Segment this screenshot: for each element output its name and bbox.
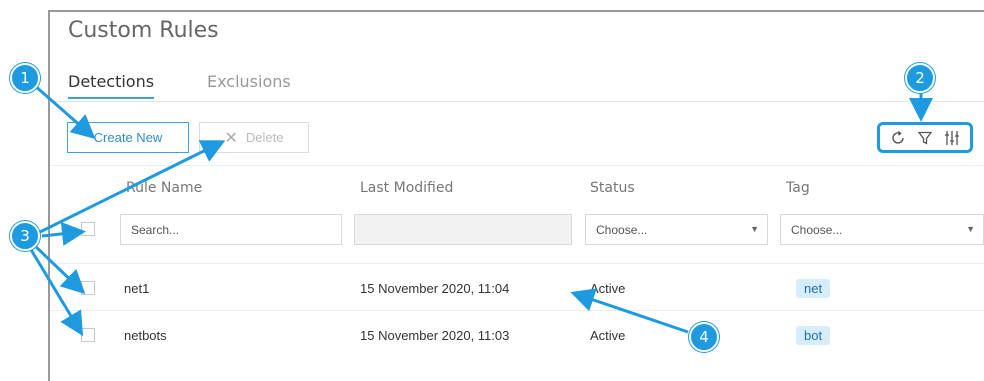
callout-1: 1 bbox=[10, 63, 40, 93]
last-modified-cell: 15 November 2020, 11:03 bbox=[360, 328, 510, 343]
status-cell: Active bbox=[590, 281, 626, 296]
last-modified-filter bbox=[354, 214, 572, 245]
status-select[interactable]: Choose... ▼ bbox=[585, 214, 768, 245]
delete-button[interactable]: ✕ Delete bbox=[199, 122, 309, 153]
select-all-checkbox[interactable] bbox=[81, 222, 95, 236]
tab-exclusions[interactable]: Exclusions bbox=[207, 72, 291, 91]
create-new-button[interactable]: Create New bbox=[67, 122, 189, 153]
tag-select[interactable]: Choose... ▼ bbox=[780, 214, 984, 245]
column-header-rule-name[interactable]: Rule Name bbox=[126, 180, 202, 196]
status-cell: Active bbox=[590, 328, 626, 343]
callout-2: 2 bbox=[905, 63, 935, 93]
column-header-tag[interactable]: Tag bbox=[786, 180, 810, 196]
create-new-label: Create New bbox=[93, 130, 163, 145]
chevron-down-icon: ▼ bbox=[750, 224, 759, 234]
row-divider bbox=[50, 263, 984, 264]
status-select-value: Choose... bbox=[596, 222, 648, 237]
rule-name-search-input[interactable]: Search... bbox=[120, 214, 342, 245]
tag-select-value: Choose... bbox=[791, 222, 843, 237]
tag-badge: net bbox=[796, 279, 831, 298]
filter-icon[interactable] bbox=[915, 128, 935, 148]
tab-detections[interactable]: Detections bbox=[68, 72, 155, 99]
callout-4: 4 bbox=[689, 322, 719, 352]
tab-bar: Detections Exclusions bbox=[50, 70, 984, 102]
rule-name-cell[interactable]: net1 bbox=[124, 281, 149, 296]
page-title: Custom Rules bbox=[68, 18, 219, 43]
refresh-icon[interactable] bbox=[888, 128, 908, 148]
column-header-status[interactable]: Status bbox=[590, 180, 635, 196]
chevron-down-icon: ▼ bbox=[966, 224, 975, 234]
row-divider bbox=[50, 310, 984, 311]
callout-3: 3 bbox=[10, 221, 40, 251]
rule-name-cell[interactable]: netbots bbox=[124, 328, 167, 343]
tag-badge: bot bbox=[796, 326, 831, 345]
table-toolbar bbox=[877, 122, 973, 153]
column-settings-icon[interactable] bbox=[942, 128, 962, 148]
divider bbox=[50, 165, 984, 166]
last-modified-cell: 15 November 2020, 11:04 bbox=[360, 281, 510, 296]
close-icon: ✕ bbox=[224, 129, 238, 147]
column-header-last-modified[interactable]: Last Modified bbox=[360, 180, 453, 196]
delete-label: Delete bbox=[245, 130, 284, 145]
row-checkbox[interactable] bbox=[81, 281, 95, 295]
row-checkbox[interactable] bbox=[81, 328, 95, 342]
